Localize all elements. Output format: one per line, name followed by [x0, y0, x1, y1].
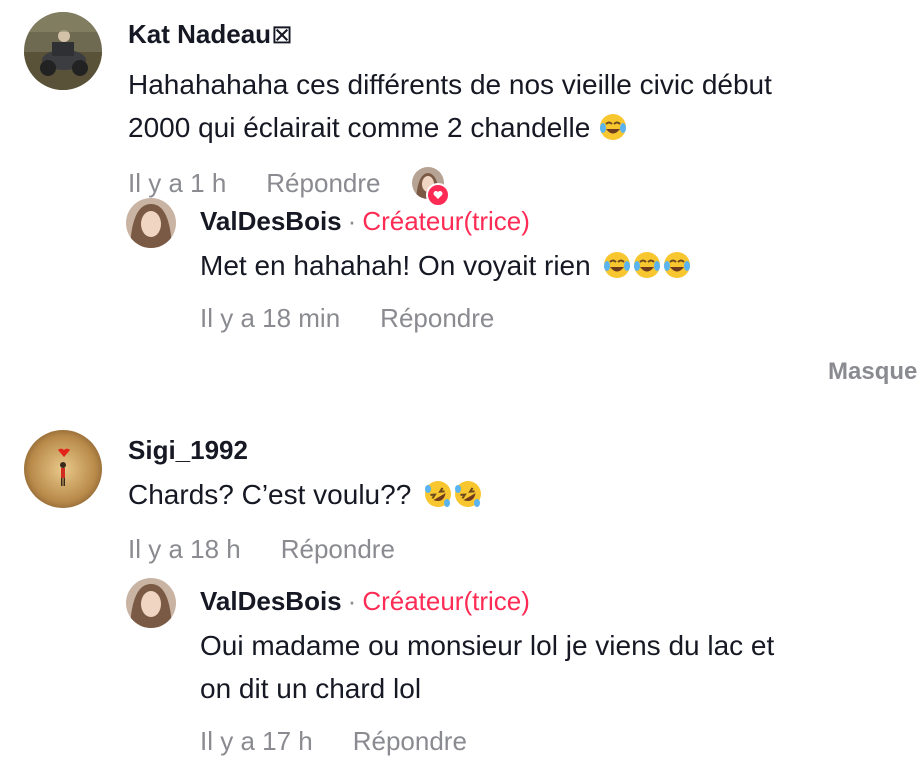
hide-replies-link[interactable]: Masquer: [828, 358, 918, 386]
comment-username[interactable]: Sigi_1992: [128, 435, 483, 465]
username-suffix-glyph: ⊠: [271, 19, 293, 49]
reply-button[interactable]: Répondre: [353, 726, 467, 757]
reply-meta: Il y a 17 h Répondre: [200, 726, 774, 757]
comment-timestamp: Il y a 18 h: [128, 534, 241, 564]
comment-meta: Il y a 1 h Répondre: [128, 167, 772, 207]
rolling-on-floor-laughing-icon: [419, 479, 483, 510]
reply-text-line: Oui madame ou monsieur lol je viens du l…: [200, 630, 775, 661]
face-with-tears-of-joy-icon: [598, 111, 628, 141]
separator-dot: ·: [347, 206, 357, 236]
avatar[interactable]: [24, 430, 102, 508]
reply-username-row: ValDesBois · Créateur(trice): [200, 206, 692, 236]
comment-item: Sigi_1992 Chards? C’est voulu?? Il y a 1…: [24, 430, 483, 565]
avatar[interactable]: [126, 198, 176, 248]
face-with-tears-of-joy-icon: [598, 250, 692, 281]
avatar[interactable]: [126, 578, 176, 628]
comment-meta: Il y a 18 h Répondre: [128, 534, 483, 565]
reply-button[interactable]: Répondre: [380, 303, 494, 334]
comment-text: Chards? C’est voulu??: [128, 473, 483, 516]
reply-text: Met en hahahah! On voyait rien: [200, 244, 692, 287]
separator-dot: ·: [347, 586, 357, 616]
reply-text: Oui madame ou monsieur lol je viens du l…: [200, 624, 774, 710]
comment-username[interactable]: Kat Nadeau⊠: [128, 19, 772, 49]
reply-button[interactable]: Répondre: [281, 534, 395, 565]
reply-timestamp: Il y a 18 min: [200, 303, 341, 333]
comment-text-line: Hahahahaha ces différents de nos vieille…: [128, 69, 772, 100]
creator-liked-indicator: [412, 167, 451, 207]
reply-button[interactable]: Répondre: [266, 168, 380, 199]
avatar[interactable]: [24, 12, 102, 90]
reply-text-content: Met en hahahah! On voyait rien: [200, 250, 591, 281]
reply-item: ValDesBois · Créateur(trice) Met en hahaha…: [126, 198, 692, 334]
username-text[interactable]: Kat Nadeau: [128, 19, 271, 49]
reply-timestamp: Il y a 17 h: [200, 726, 313, 756]
reply-meta: Il y a 18 min Répondre: [200, 303, 692, 334]
reply-item: ValDesBois · Créateur(trice) Oui madame ou…: [126, 578, 774, 757]
comment-text-content: Chards? C’est voulu??: [128, 479, 412, 510]
reply-text-line: on dit un chard lol: [200, 673, 422, 704]
reply-username-row: ValDesBois · Créateur(trice): [200, 586, 774, 616]
username-text[interactable]: ValDesBois: [200, 206, 342, 236]
comment-text-line-content: 2000 qui éclairait comme 2 chandelle: [128, 112, 591, 143]
comment-timestamp: Il y a 1 h: [128, 167, 227, 198]
creator-badge: Créateur(trice): [362, 206, 530, 236]
comment-item: Kat Nadeau⊠ Hahahahaha ces différents de…: [24, 12, 772, 207]
comment-text-line: 2000 qui éclairait comme 2 chandelle: [128, 106, 772, 149]
comment-text: Hahahahaha ces différents de nos vieille…: [128, 63, 772, 149]
username-text[interactable]: ValDesBois: [200, 586, 342, 616]
creator-badge: Créateur(trice): [362, 586, 530, 616]
